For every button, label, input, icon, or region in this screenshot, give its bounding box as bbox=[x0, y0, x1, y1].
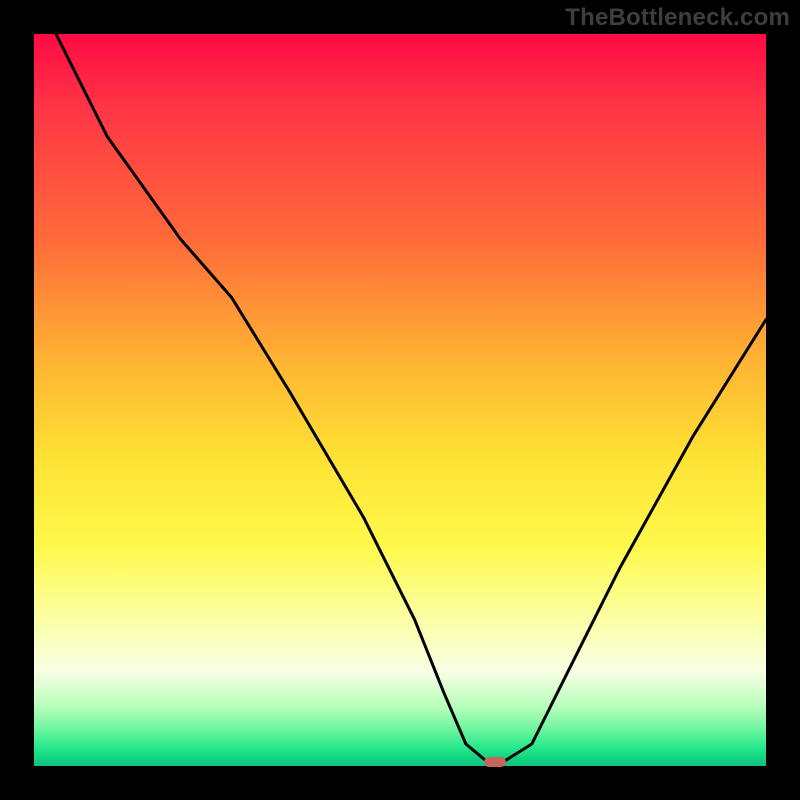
curve-path bbox=[56, 34, 766, 762]
optimal-marker bbox=[484, 757, 506, 767]
watermark-text: TheBottleneck.com bbox=[565, 4, 790, 32]
chart-container: TheBottleneck.com bbox=[0, 0, 800, 800]
bottleneck-curve bbox=[34, 34, 766, 766]
plot-area bbox=[34, 34, 766, 766]
